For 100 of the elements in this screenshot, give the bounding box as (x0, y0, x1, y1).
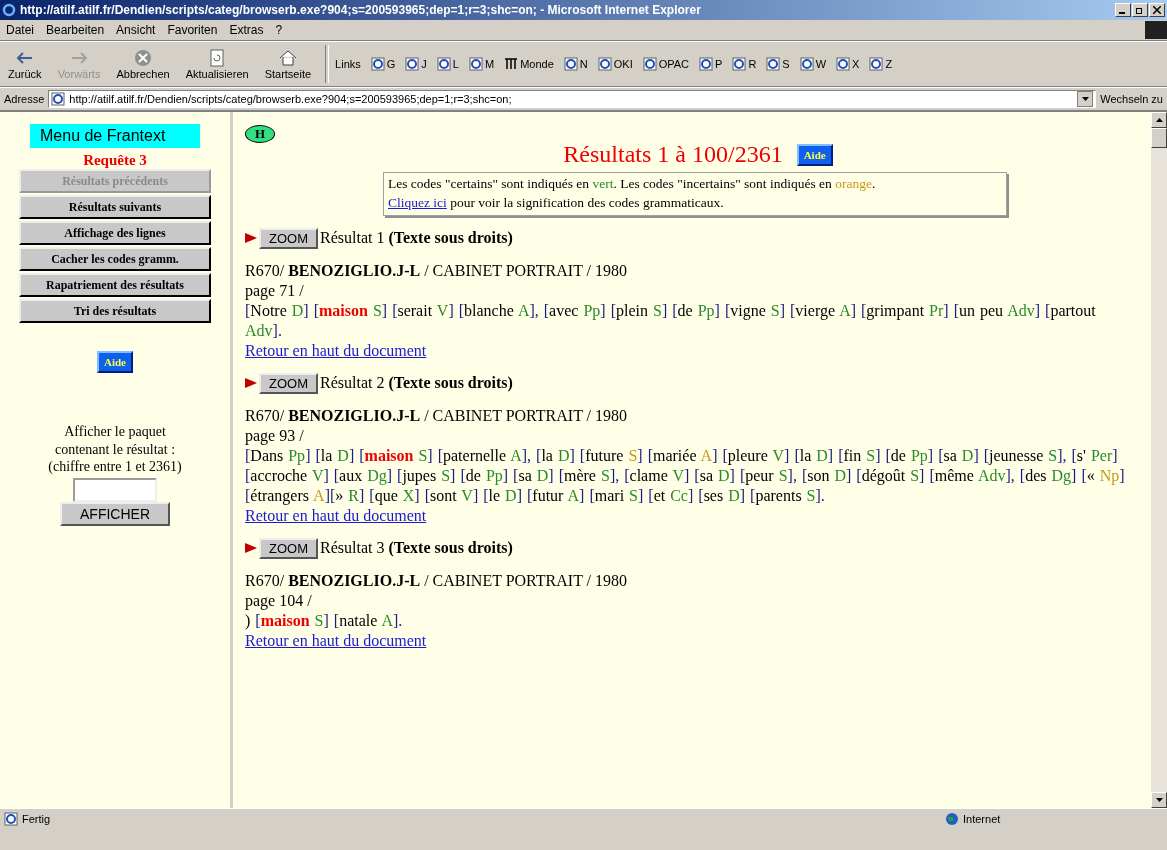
menu-button[interactable]: Résultats suivants (19, 195, 211, 219)
tagged-text: [Notre D] [maison S] [serait V] [blanche A], [avec Pp] [plein S] [de Pp] [vigne S] [vierge A] [grimpant Pr] [un peu Adv] [partout Adv]. (245, 300, 1097, 341)
menu-item[interactable]: Extras (223, 23, 270, 37)
menu-title: Menu de Frantext (30, 124, 200, 148)
zoom-button[interactable]: ZOOM (259, 227, 318, 249)
results-heading: Résultats 1 à 100/2361 (563, 141, 783, 168)
menu-button[interactable]: Rapatriement des résultats (19, 273, 211, 297)
play-arrow-icon (245, 542, 257, 555)
menu-item[interactable]: Ansicht (110, 23, 162, 37)
link-button[interactable]: Z (869, 57, 893, 71)
page-e-icon (766, 57, 781, 71)
page-e-icon (468, 57, 483, 71)
result-title: Résultat 2 (Texte sous droits) (320, 374, 513, 393)
scroll-down-button[interactable] (1151, 792, 1167, 808)
up-caret-icon (1155, 118, 1163, 122)
back-to-top-link[interactable]: Retour en haut du document (245, 341, 427, 359)
source-reference: R670/ BENOZIGLIO.J-L / CABINET PORTRAIT / 1980 (245, 260, 629, 281)
source-reference: R670/ BENOZIGLIO.J-L / CABINET PORTRAIT / 1980 (245, 405, 629, 426)
page-e-icon (869, 57, 884, 71)
page-e-icon (642, 57, 657, 71)
address-field[interactable]: http://atilf.atilf.fr/Dendien/scripts/categ/browserb.exe?904;s=200593965;dep=1;r=3;shc=on; (48, 90, 1097, 108)
link-button[interactable]: W (799, 57, 827, 71)
link-button[interactable]: L (436, 57, 459, 71)
status-text: Fertig (22, 813, 52, 825)
window-title: http://atilf.atilf.fr/Dendien/scripts/categ/browserb.exe?904;s=200593965;dep=1;r=3;shc=on; - Microsoft Internet Explorer (20, 3, 702, 17)
windows-logo-icon (1145, 21, 1167, 39)
newspaper-logo-icon (504, 57, 519, 71)
caret-icon (1081, 97, 1089, 101)
globe-icon (945, 812, 959, 826)
menu-item[interactable]: Bearbeiten (40, 23, 111, 37)
codes-link[interactable]: Cliquez ici (388, 194, 447, 210)
zone-text: Internet (963, 813, 1002, 825)
scroll-up-button[interactable] (1151, 112, 1167, 128)
page-reference: page 71 / (245, 280, 305, 301)
query-label: Requête 3 (83, 152, 147, 169)
restore-icon (1136, 6, 1144, 14)
dropdown-button[interactable] (1077, 91, 1094, 107)
maximize-button[interactable] (1132, 3, 1148, 17)
zoom-button[interactable]: ZOOM (259, 372, 318, 394)
link-button[interactable]: G (370, 57, 396, 71)
toolbar-button[interactable]: Startseite (256, 48, 320, 80)
address-label: Adresse (4, 93, 45, 105)
link-button[interactable]: X (836, 57, 860, 71)
show-button[interactable]: AFFICHER (60, 501, 170, 526)
page-e-icon (51, 92, 66, 106)
caret-icon (1155, 798, 1163, 802)
home-button[interactable]: H (245, 125, 275, 143)
close-icon (1153, 6, 1161, 14)
page-reference: page 104 / (245, 590, 313, 611)
menu-item[interactable]: ? (269, 23, 289, 37)
links-label: Links (335, 58, 361, 70)
page-e-icon (799, 57, 814, 71)
scrollbar[interactable] (1151, 112, 1167, 808)
page-e-icon (836, 57, 851, 71)
toolbar-button[interactable]: Abbrechen (108, 48, 178, 80)
page-e-icon (4, 812, 18, 826)
toolbar-button[interactable]: Zurück (0, 48, 50, 80)
browser-e-icon (2, 3, 16, 17)
page-e-icon (563, 57, 578, 71)
link-button[interactable]: OKI (597, 57, 633, 71)
result-title: Résultat 1 (Texte sous droits) (320, 229, 513, 248)
menu-button[interactable]: Affichage des lignes (19, 221, 211, 245)
toolbar-button[interactable]: Aktualisieren (177, 48, 257, 80)
zoom-button[interactable]: ZOOM (259, 537, 318, 559)
page-e-icon (436, 57, 451, 71)
page-e-icon (732, 57, 747, 71)
minimize-button[interactable] (1115, 3, 1131, 17)
result-number-field[interactable] (73, 477, 157, 502)
back-to-top-link[interactable]: Retour en haut du document (245, 631, 427, 649)
menu-item[interactable]: Favoriten (161, 23, 224, 37)
play-arrow-icon (245, 232, 257, 245)
tagged-text: ) [maison S] [natale A]. (245, 610, 404, 631)
go-button[interactable]: Wechseln zu (1100, 93, 1163, 105)
link-button[interactable]: R (732, 57, 757, 71)
tagged-text: [Dans Pp] [la D] [maison S] [paternelle A], [la D] [future S] [mariée A] [pleure V] [la D] [fin S] [de Pp] [sa D] [jeunesse S], [s' Per] [accroche V] [aux Dg] [jupes S] [de Pp] [sa D] [mère S], [clame V] [sa D] [peur S], [son D] [dégoût S] [même Adv], [des Dg] [« Np] [étrangers A][» R] [que X] [sont V] [le D] [futur A] [mari S] [et Cc] [ses D] [parents S]. (245, 445, 1126, 506)
menu-button[interactable]: Tri des résultats (19, 299, 211, 323)
legend-text: Les codes "certains" sont indiqués en vert. Les codes "incertains" sont indiqués en orange. (388, 176, 876, 191)
menu-item[interactable]: Datei (0, 23, 40, 37)
help-button[interactable]: Aide (97, 351, 133, 373)
link-button[interactable]: M (468, 57, 495, 71)
link-button[interactable]: N (563, 57, 588, 71)
page-e-icon (405, 57, 420, 71)
link-button[interactable]: OPAC (642, 57, 690, 71)
close-button[interactable] (1149, 3, 1165, 17)
help-button[interactable]: Aide (796, 143, 833, 166)
link-button[interactable]: P (699, 57, 723, 71)
result-title: Résultat 3 (Texte sous droits) (320, 539, 513, 558)
link-button[interactable]: S (766, 57, 790, 71)
link-button[interactable]: J (405, 57, 427, 71)
back-to-top-link[interactable]: Retour en haut du document (245, 506, 427, 524)
packet-instructions: Afficher le paquet contenant le résultat : (chiffre entre 1 et 2361) (47, 423, 183, 476)
menu-button[interactable]: Cacher les codes gramm. (19, 247, 211, 271)
link-button[interactable]: Monde (504, 57, 554, 71)
page-e-icon (699, 57, 714, 71)
play-arrow-icon (245, 377, 257, 390)
page-e-icon (597, 57, 612, 71)
scroll-thumb[interactable] (1151, 128, 1167, 148)
page-reference: page 93 / (245, 425, 305, 446)
page-e-icon (370, 57, 385, 71)
legend-link-text: Cliquez ici pour voir la signification des codes grammaticaux. (388, 194, 724, 210)
